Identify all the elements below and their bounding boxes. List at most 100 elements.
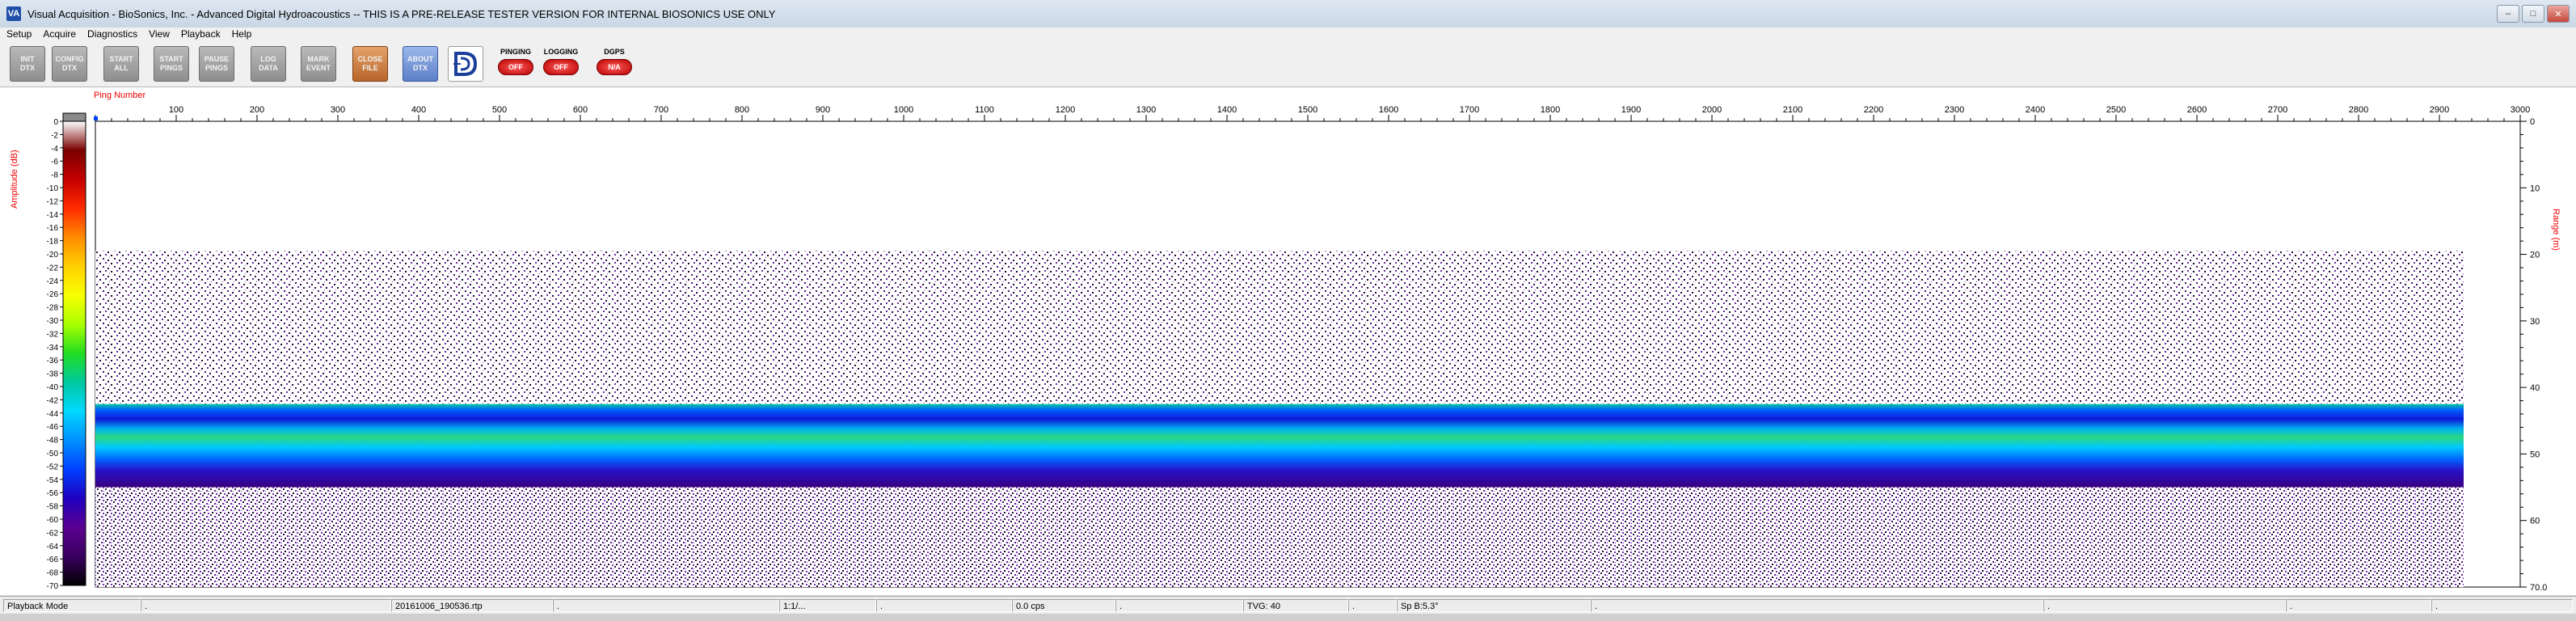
ping-tick-label: 3000 <box>2511 105 2530 115</box>
dgps-indicator: DGPS N/A <box>593 46 635 83</box>
close-button[interactable]: ✕ <box>2547 5 2570 23</box>
amplitude-tick-label: -52 <box>47 463 59 471</box>
menu-help[interactable]: Help <box>226 28 257 40</box>
range-tick-label: 20 <box>2530 251 2540 260</box>
logging-label: LOGGING <box>543 48 579 56</box>
logging-status: OFF <box>543 59 579 75</box>
amplitude-tick-label: -36 <box>47 357 59 365</box>
ping-tick-label: 300 <box>331 105 345 115</box>
mark-event-button[interactable]: MARK EVENT <box>301 46 336 82</box>
amplitude-tick-label: -60 <box>47 516 59 525</box>
start-pings-button[interactable]: START PINGS <box>154 46 189 82</box>
app-icon: VA <box>6 6 21 21</box>
status-field-2: . <box>553 599 779 612</box>
amplitude-tick-label: 0 <box>53 118 58 127</box>
range-tick-label: 30 <box>2530 317 2540 327</box>
range-axis: 0 10 20 30 40 50 60 70.0 <box>2519 117 2547 593</box>
amplitude-tick-label: -68 <box>47 569 59 578</box>
echogram-plot-area <box>95 120 2521 588</box>
status-field-8: . <box>2286 599 2431 612</box>
ping-tick-label: 1600 <box>1379 105 1398 115</box>
ping-axis: 100 200 300 400 500 600 700 800 900 1000 1100 1200 1… <box>95 105 2530 122</box>
ping-tick-label: 1700 <box>1460 105 1479 115</box>
menu-view[interactable]: View <box>142 28 175 40</box>
window-title: Visual Acquisition - BioSonics, Inc. - A… <box>27 7 776 20</box>
menu-setup[interactable]: Setup <box>0 28 36 40</box>
ping-tick-label: 2400 <box>2026 105 2045 115</box>
biosonics-logo-icon[interactable] <box>448 46 483 82</box>
range-bottom-label: 70.0 <box>2530 583 2547 593</box>
colorbar-cap <box>62 112 86 122</box>
ping-tick-label: 1000 <box>894 105 913 115</box>
window-bottom-border <box>0 614 2576 621</box>
amplitude-tick-label: -16 <box>47 224 59 233</box>
start-all-button[interactable]: START ALL <box>103 46 139 82</box>
maximize-button[interactable]: □ <box>2522 5 2544 23</box>
amplitude-tick-label: -66 <box>47 556 59 564</box>
logging-indicator: LOGGING OFF <box>540 46 582 83</box>
amplitude-tick-label: -6 <box>51 158 58 167</box>
ping-tick-label: 100 <box>169 105 183 115</box>
amplitude-tick-label: -24 <box>47 277 59 286</box>
dgps-status: N/A <box>597 59 632 75</box>
range-tick-label: 40 <box>2530 383 2540 393</box>
biosonics-logo-icon-svg <box>453 52 478 76</box>
status-field-6: . <box>1591 599 2043 612</box>
ping-tick-label: 2200 <box>1864 105 1883 115</box>
water-column-scatter <box>95 251 2464 404</box>
amplitude-tick-label: -46 <box>47 423 59 432</box>
status-tvg: TVG: 40 <box>1243 599 1348 612</box>
ping-tick-label: 1100 <box>975 105 994 115</box>
pinging-label: PINGING <box>500 48 531 56</box>
status-bar: Playback Mode . 20161006_190536.rtp . 1:… <box>0 596 2576 615</box>
echogram-svg[interactable]: 100 200 300 400 500 600 700 800 900 1000 1100 1200 1… <box>0 87 2576 595</box>
amplitude-tick-label: -28 <box>47 304 59 313</box>
ping-tick-label: 800 <box>735 105 749 115</box>
ping-tick-label: 1200 <box>1056 105 1075 115</box>
menu-bar: Setup Acquire Diagnostics View Playback … <box>0 27 2576 40</box>
amplitude-tick-label: -58 <box>47 503 59 512</box>
init-dtx-button[interactable]: INIT DTX <box>10 46 45 82</box>
amplitude-tick-label: -54 <box>47 476 59 485</box>
amplitude-tick-label: -56 <box>47 489 59 498</box>
menu-acquire[interactable]: Acquire <box>36 28 81 40</box>
config-dtx-button[interactable]: CONFIG DTX <box>52 46 87 82</box>
amplitude-tick-label: -14 <box>47 211 59 220</box>
range-tick-label: 0 <box>2530 117 2535 127</box>
status-field-3: . <box>876 599 1012 612</box>
amplitude-tick-label: -30 <box>47 317 59 326</box>
amplitude-tick-label: -10 <box>47 184 59 193</box>
ping-tick-label: 2700 <box>2268 105 2287 115</box>
log-data-button[interactable]: LOG DATA <box>251 46 286 82</box>
minimize-button[interactable]: – <box>2497 5 2519 23</box>
ping-tick-label: 2500 <box>2106 105 2126 115</box>
ping-cursor-icon <box>94 116 98 120</box>
amplitude-tick-label: -20 <box>47 251 59 260</box>
ping-tick-label: 2600 <box>2187 105 2207 115</box>
close-file-button[interactable]: CLOSE FILE <box>352 46 388 82</box>
status-ratio: 1:1/... <box>779 599 876 612</box>
about-dtx-button[interactable]: ABOUT DTX <box>403 46 438 82</box>
ping-tick-label: 500 <box>492 105 507 115</box>
pause-pings-button[interactable]: PAUSE PINGS <box>199 46 234 82</box>
title-bar: VA Visual Acquisition - BioSonics, Inc. … <box>0 0 2576 28</box>
ping-tick-label: 700 <box>654 105 668 115</box>
ping-tick-label: 1900 <box>1621 105 1641 115</box>
amplitude-tick-label: -62 <box>47 529 59 538</box>
status-rate: 0.0 cps <box>1012 599 1115 612</box>
amplitude-tick-label: -18 <box>47 238 59 247</box>
menu-diagnostics[interactable]: Diagnostics <box>81 28 142 40</box>
ping-tick-label: 1500 <box>1298 105 1318 115</box>
amplitude-colorbar: 0 -2 -4 -6 -8 -10 -12 -14 -16 -18 -20 -22 -24 -26 -28 -… <box>47 112 98 591</box>
amplitude-tick-label: -22 <box>47 264 59 272</box>
amplitude-tick-label: -34 <box>47 344 59 353</box>
window-controls: – □ ✕ <box>2497 5 2570 23</box>
ping-tick-label: 600 <box>573 105 588 115</box>
sub-bottom-scatter <box>95 487 2464 587</box>
menu-playback[interactable]: Playback <box>175 28 226 40</box>
ping-tick-label: 2800 <box>2349 105 2368 115</box>
ping-tick-label: 1300 <box>1136 105 1156 115</box>
amplitude-tick-label: -70 <box>47 582 59 591</box>
amplitude-tick-label: -32 <box>47 330 59 339</box>
amplitude-tick-label: -64 <box>47 543 59 551</box>
